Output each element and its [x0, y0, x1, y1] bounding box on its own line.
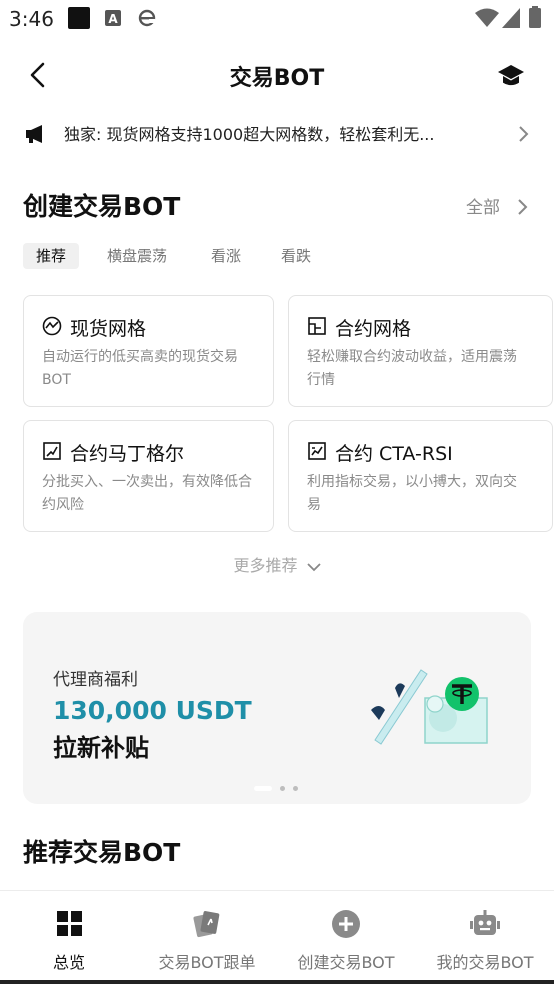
- megaphone-icon: [26, 125, 42, 143]
- tab-sideways[interactable]: 横盘震荡: [107, 243, 167, 269]
- tab-bullish[interactable]: 看涨: [211, 243, 241, 269]
- battery-icon: [529, 6, 541, 28]
- bot-card-spot-grid[interactable]: 现货网格 自动运行的低买高卖的现货交易BOT: [23, 295, 274, 407]
- card-title: 合约 CTA-RSI: [335, 443, 453, 465]
- status-bar: 3:46 A: [0, 0, 554, 38]
- plus-circle-icon: [332, 910, 360, 938]
- browser-e-icon: [138, 9, 156, 27]
- banner-subtitle: 代理商福利: [53, 670, 138, 690]
- banner-text: 拉新补贴: [53, 734, 149, 762]
- a-letter-app-icon: A: [105, 10, 121, 26]
- cta-rsi-icon: [308, 442, 326, 460]
- spot-grid-icon: [42, 316, 62, 336]
- card-description: 利用指标交易，以小搏大，双向交易: [307, 474, 517, 513]
- graduation-cap-icon[interactable]: [496, 62, 526, 90]
- nav-label: 我的交易BOT: [436, 953, 534, 972]
- copy-trade-cards-icon: [193, 911, 220, 938]
- carousel-dot: [293, 786, 298, 791]
- nav-overview[interactable]: 总览: [0, 891, 138, 981]
- page-title: 交易BOT: [229, 66, 325, 91]
- notification-app-icon: [68, 7, 90, 29]
- recommended-bots-title: 推荐交易BOT: [23, 838, 181, 867]
- chevron-right-icon: [518, 199, 528, 215]
- robot-icon: [470, 910, 500, 935]
- card-description: 轻松赚取合约波动收益，适用震荡行情: [307, 349, 517, 388]
- announcement-bar[interactable]: 独家: 现货网格支持1000超大网格数，轻松套利无...: [0, 112, 554, 156]
- card-title: 现货网格: [70, 318, 147, 340]
- view-all-label: 全部: [466, 198, 500, 218]
- tab-bearish[interactable]: 看跌: [281, 243, 311, 269]
- view-all-link[interactable]: 全部: [466, 193, 528, 218]
- carousel-dot: [280, 786, 285, 791]
- bot-card-cta-rsi[interactable]: 合约 CTA-RSI 利用指标交易，以小搏大，双向交易: [288, 420, 553, 532]
- card-title: 合约马丁格尔: [70, 443, 185, 465]
- bot-card-martingale[interactable]: 合约马丁格尔 分批买入、一次卖出，有效降低合约风险: [23, 420, 274, 532]
- usdt-rebate-illustration: [371, 669, 488, 745]
- cell-signal-icon: [502, 8, 520, 28]
- status-time: 3:46: [9, 7, 54, 31]
- nav-copy-trade[interactable]: 交易BOT跟单: [138, 891, 276, 981]
- martingale-icon: [43, 442, 61, 460]
- more-recommendations-label: 更多推荐: [233, 556, 298, 575]
- bottom-navigation: 总览 交易BOT跟单 创建交易BOT 我的交易BOT: [0, 890, 554, 984]
- nav-label: 总览: [52, 953, 85, 972]
- nav-label: 创建交易BOT: [297, 953, 395, 972]
- svg-text:A: A: [108, 12, 118, 26]
- announcement-text: 独家: 现货网格支持1000超大网格数，轻松套利无...: [64, 125, 435, 144]
- promo-banner[interactable]: 代理商福利 130,000 USDT 拉新补贴: [23, 612, 531, 804]
- chevron-right-icon: [519, 126, 529, 142]
- wifi-icon: [475, 8, 499, 27]
- app-header: 交易BOT: [0, 50, 554, 100]
- more-recommendations-button[interactable]: 更多推荐: [0, 552, 554, 576]
- system-home-bar: [0, 980, 554, 984]
- nav-create-bot[interactable]: 创建交易BOT: [277, 891, 415, 981]
- chevron-down-icon: [306, 562, 321, 571]
- overview-grid-icon: [57, 911, 82, 936]
- card-title: 合约网格: [335, 318, 412, 340]
- carousel-dot-active: [254, 786, 272, 791]
- tab-recommended[interactable]: 推荐: [23, 243, 80, 269]
- create-bot-section-title: 创建交易BOT: [23, 192, 181, 221]
- bot-card-contract-grid[interactable]: 合约网格 轻松赚取合约波动收益，适用震荡行情: [288, 295, 553, 407]
- nav-my-bots[interactable]: 我的交易BOT: [416, 891, 554, 981]
- contract-grid-icon: [308, 317, 326, 335]
- nav-label: 交易BOT跟单: [158, 953, 256, 972]
- card-description: 自动运行的低买高卖的现货交易BOT: [42, 349, 238, 388]
- banner-amount: 130,000 USDT: [53, 696, 252, 725]
- card-description: 分批买入、一次卖出，有效降低合约风险: [42, 474, 252, 513]
